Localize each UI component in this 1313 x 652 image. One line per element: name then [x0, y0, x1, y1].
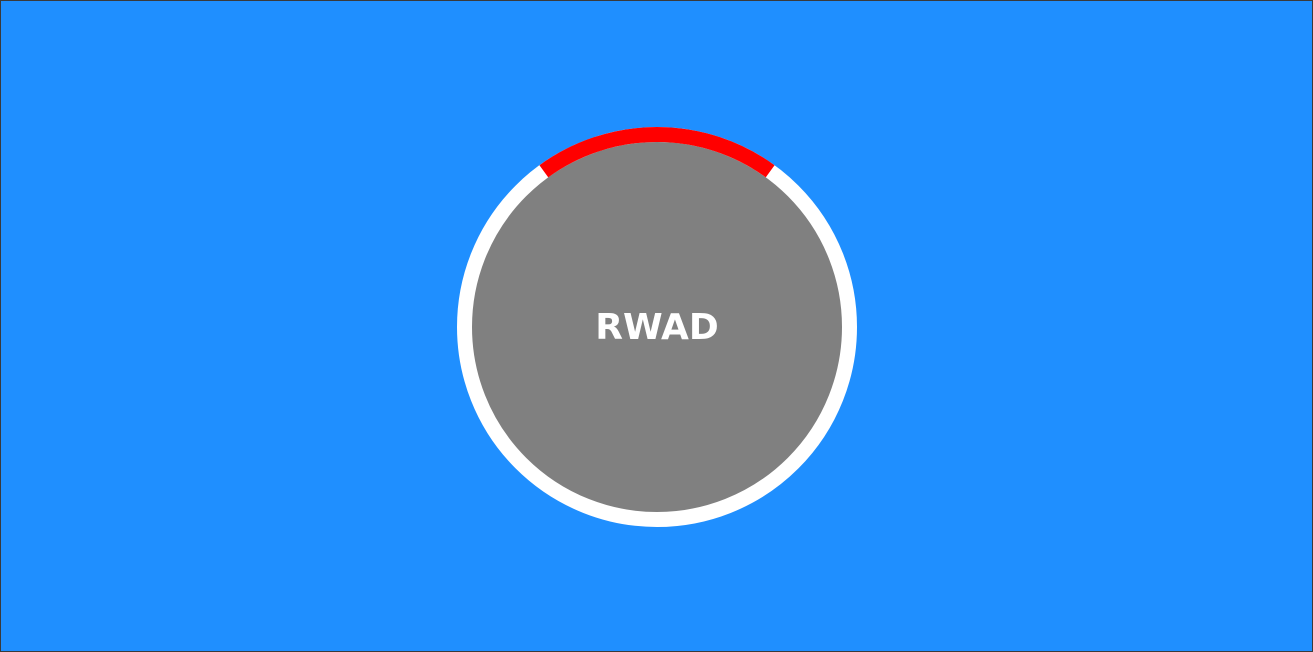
page-background: RWAD: [0, 0, 1313, 652]
loading-spinner: RWAD: [457, 127, 857, 527]
spinner-label: RWAD: [595, 306, 719, 348]
